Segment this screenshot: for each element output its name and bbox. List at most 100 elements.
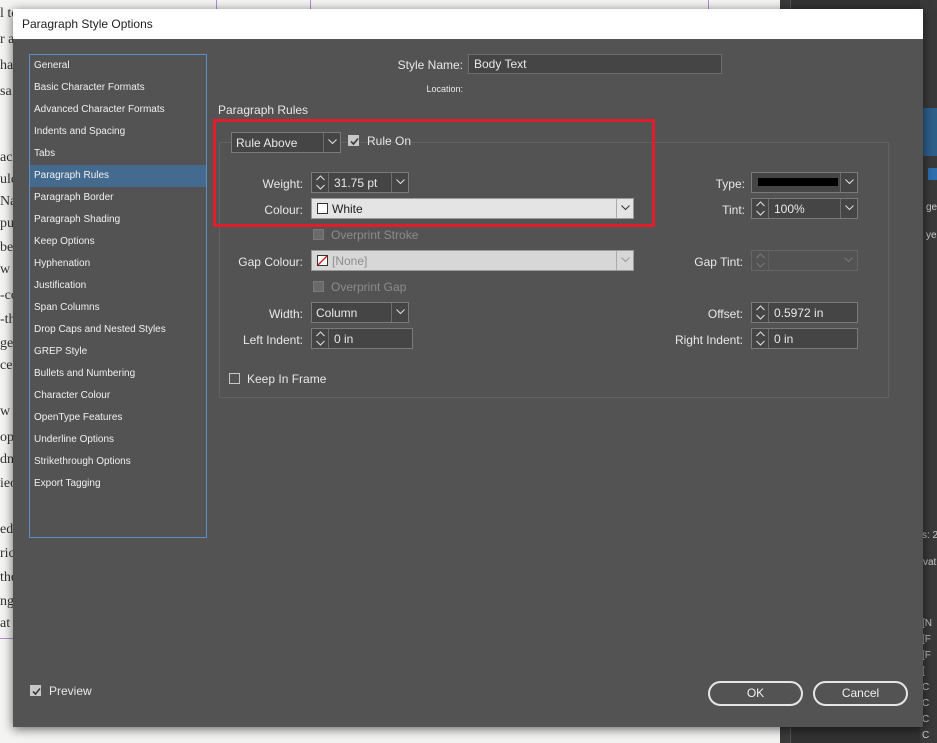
solid-line-swatch <box>758 178 838 186</box>
stepper-arrows-icon[interactable] <box>312 329 329 348</box>
right-indent-stepper[interactable]: 0 in <box>751 328 858 349</box>
overprint-stroke-label: Overprint Stroke <box>331 228 419 242</box>
stepper-arrows-icon[interactable] <box>752 329 769 348</box>
width-value: Column <box>316 306 358 320</box>
width-label: Width: <box>268 307 303 321</box>
rule-type-value: Rule Above <box>236 136 298 150</box>
document-text-fragment: ge <box>0 336 14 351</box>
panel-text-fragment: s: 2 <box>922 530 937 541</box>
chevron-down-icon <box>323 133 340 152</box>
ok-button[interactable]: OK <box>708 681 803 706</box>
document-text-fragment: op <box>0 430 14 445</box>
category-item[interactable]: Keep Options <box>30 231 206 253</box>
location-label: Location: <box>426 84 463 94</box>
offset-label: Offset: <box>707 307 743 321</box>
paragraph-style-options-dialog: Paragraph Style Options General Basic Cha… <box>13 9 923 727</box>
checkmark-icon <box>350 137 359 146</box>
weight-stepper[interactable]: 31.75 pt <box>311 172 409 193</box>
category-item[interactable]: OpenType Features <box>30 407 206 429</box>
category-item[interactable]: Character Colour <box>30 385 206 407</box>
category-item[interactable]: General <box>30 55 206 77</box>
weight-label: Weight: <box>262 177 303 191</box>
gap-colour-select[interactable]: [None] <box>311 250 634 271</box>
width-select[interactable]: Column <box>311 302 409 323</box>
rule-on-checkbox[interactable] <box>348 135 359 146</box>
stepper-arrows-icon[interactable] <box>312 173 329 192</box>
document-text-fragment: dn <box>0 452 14 467</box>
category-list[interactable]: General Basic Character Formats Advanced C… <box>29 54 207 538</box>
panel-text-fragment: ges <box>926 202 937 213</box>
overprint-gap-checkbox[interactable] <box>313 281 324 292</box>
panel-text-fragment: C <box>922 730 930 741</box>
right-indent-label: Right Indent: <box>674 333 743 347</box>
panel-text-fragment: C <box>922 714 930 725</box>
panel-button <box>928 168 937 180</box>
left-indent-label: Left Indent: <box>242 333 303 347</box>
category-item[interactable]: Justification <box>30 275 206 297</box>
category-item[interactable]: Export Tagging <box>30 473 206 495</box>
checkmark-icon <box>32 687 41 696</box>
document-text-fragment: sa <box>0 84 12 99</box>
tint-value: 100% <box>774 202 805 216</box>
overprint-gap-label: Overprint Gap <box>331 280 407 294</box>
rule-type-select[interactable]: Rule Above <box>231 132 341 153</box>
category-item[interactable]: Paragraph Border <box>30 187 206 209</box>
gap-tint-label: Gap Tint: <box>694 255 743 269</box>
panel-text-fragment: vat <box>923 557 937 568</box>
category-item[interactable]: Paragraph Rules <box>30 165 206 187</box>
right-indent-value: 0 in <box>774 332 794 346</box>
category-item[interactable]: Drop Caps and Nested Styles <box>30 319 206 341</box>
tint-stepper[interactable]: 100% <box>751 198 858 219</box>
gap-colour-value: [None] <box>332 254 368 268</box>
none-swatch-icon <box>317 255 328 266</box>
category-item[interactable]: Tabs <box>30 143 206 165</box>
weight-value: 31.75 pt <box>334 176 378 190</box>
offset-stepper[interactable]: 0.5972 in <box>751 302 858 323</box>
overprint-stroke-checkbox[interactable] <box>313 229 324 240</box>
left-indent-stepper[interactable]: 0 in <box>311 328 413 349</box>
colour-label: Colour: <box>264 203 303 217</box>
chevron-down-icon[interactable] <box>840 199 857 218</box>
chevron-down-icon <box>840 251 857 270</box>
panel-text-fragment: ye <box>926 230 937 241</box>
preview-checkbox[interactable] <box>30 685 41 696</box>
preview-label: Preview <box>49 684 92 698</box>
chevron-down-icon <box>616 251 633 270</box>
chevron-down-icon <box>840 173 857 192</box>
category-item[interactable]: Paragraph Shading <box>30 209 206 231</box>
category-item[interactable]: Indents and Spacing <box>30 121 206 143</box>
document-text-fragment: w <box>0 404 11 419</box>
category-item[interactable]: Strikethrough Options <box>30 451 206 473</box>
stepper-arrows-icon[interactable] <box>752 303 769 322</box>
gap-tint-stepper[interactable] <box>751 250 858 271</box>
chevron-down-icon[interactable] <box>391 173 408 192</box>
panel-text-fragment: C <box>922 682 930 693</box>
category-item[interactable]: Advanced Character Formats <box>30 99 206 121</box>
category-item[interactable]: Span Columns <box>30 297 206 319</box>
category-item[interactable]: Hyphenation <box>30 253 206 275</box>
keep-in-frame-checkbox[interactable] <box>229 373 240 384</box>
panel-thumbnail <box>922 108 937 156</box>
dialog-title: Paragraph Style Options <box>13 9 923 39</box>
keep-in-frame-label: Keep In Frame <box>247 372 327 386</box>
panel-text-fragment: C <box>922 698 930 709</box>
colour-select[interactable]: White <box>311 198 634 219</box>
cancel-button[interactable]: Cancel <box>813 681 908 706</box>
panel-text-fragment: [F <box>922 634 931 645</box>
left-indent-value: 0 in <box>334 332 354 346</box>
style-name-label: Style Name: <box>397 58 463 72</box>
style-name-input[interactable]: Body Text <box>468 54 722 74</box>
category-item[interactable]: GREP Style <box>30 341 206 363</box>
guide-line <box>0 638 14 639</box>
rule-on-label: Rule On <box>367 134 412 148</box>
stepper-arrows-icon[interactable] <box>752 199 769 218</box>
stepper-arrows-icon <box>752 251 769 270</box>
category-item[interactable]: Underline Options <box>30 429 206 451</box>
document-text-fragment: ng <box>0 594 14 609</box>
category-item[interactable]: Bullets and Numbering <box>30 363 206 385</box>
section-title: Paragraph Rules <box>218 103 309 117</box>
chevron-down-icon <box>391 303 408 322</box>
chevron-down-icon <box>616 199 633 218</box>
stroke-type-select[interactable] <box>751 172 858 193</box>
category-item[interactable]: Basic Character Formats <box>30 77 206 99</box>
